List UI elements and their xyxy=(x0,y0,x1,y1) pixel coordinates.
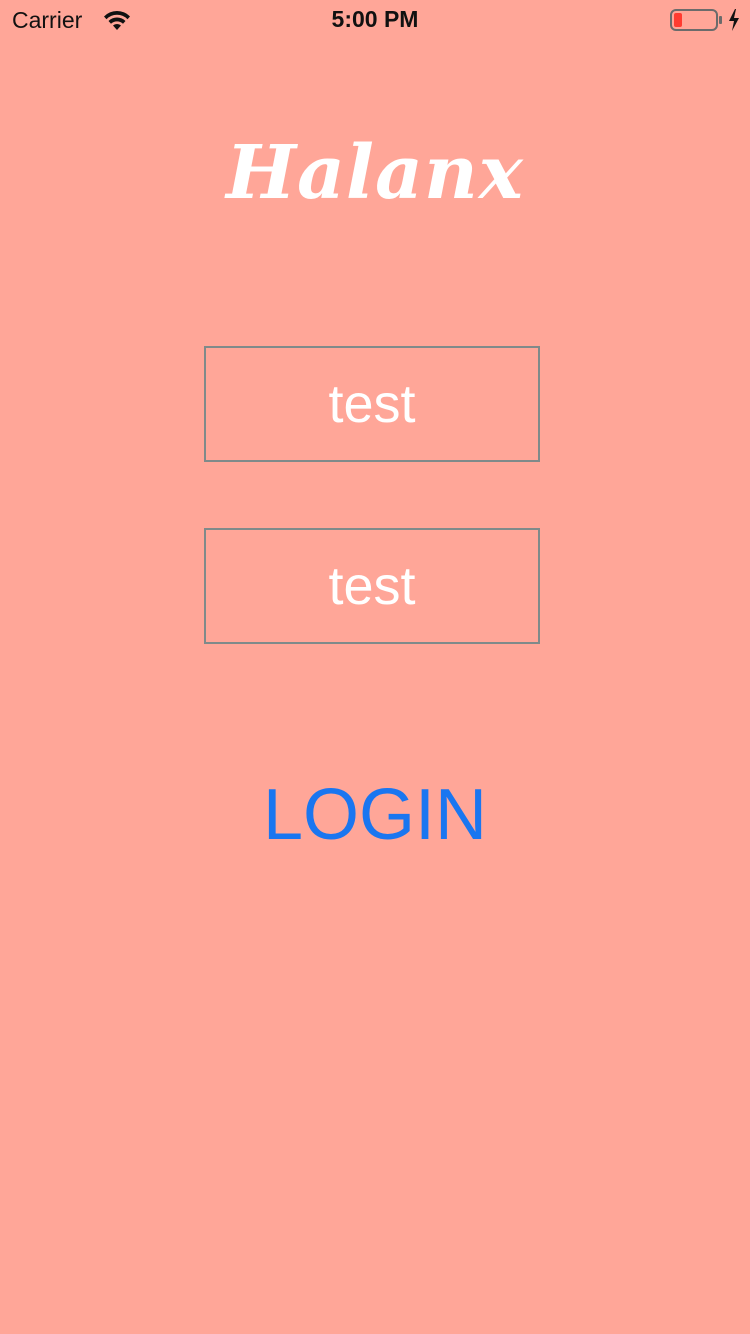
clock: 5:00 PM xyxy=(331,6,419,32)
username-field[interactable] xyxy=(204,346,540,462)
password-field[interactable] xyxy=(204,528,540,644)
app-title: Halanx xyxy=(226,130,524,216)
status-bar: Carrier 5:00 PM xyxy=(0,0,750,40)
bolt-icon xyxy=(727,8,741,32)
login-button[interactable]: LOGIN xyxy=(0,770,750,860)
battery-low-icon xyxy=(670,9,722,31)
